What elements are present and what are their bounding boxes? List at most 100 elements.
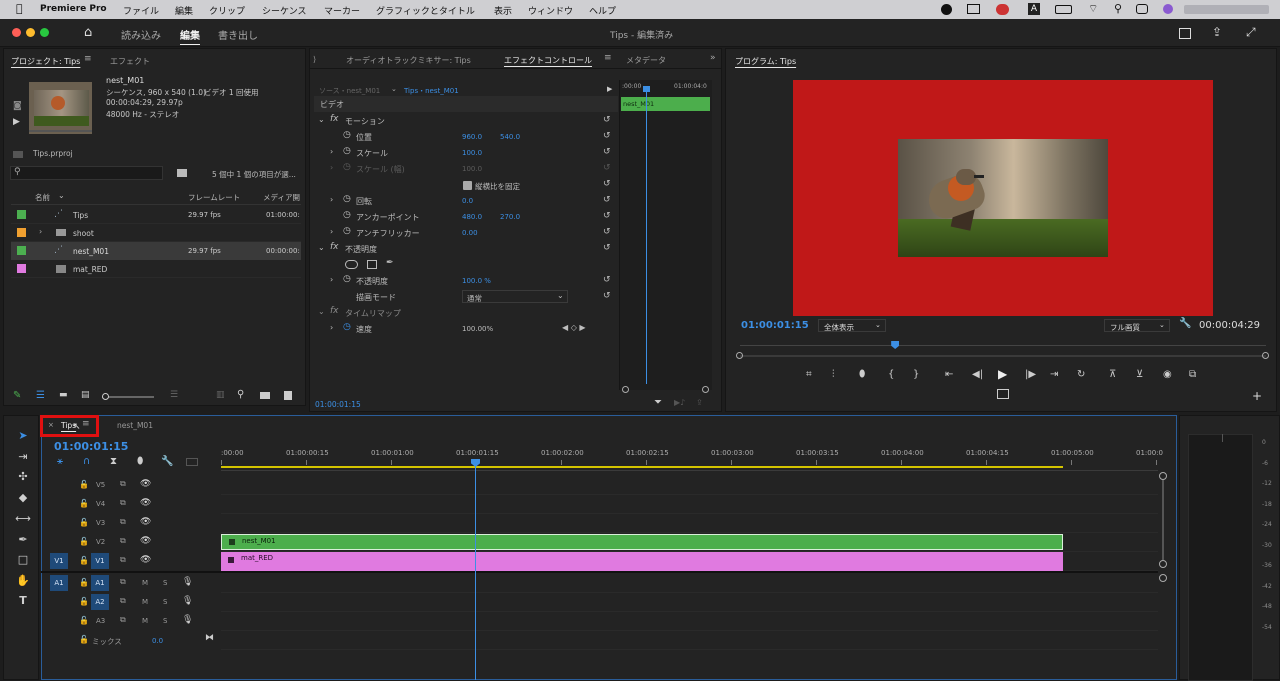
stopwatch-icon[interactable]: ◷ [343, 146, 351, 156]
lane-a1[interactable] [221, 574, 1158, 593]
minimize-window-icon[interactable] [26, 28, 35, 37]
sync-lock-icon[interactable]: ⧉ [120, 615, 126, 625]
sync-lock-icon[interactable]: ⧉ [120, 577, 126, 587]
collapse-chevron-icon[interactable]: ⌄ [318, 243, 325, 252]
step-back-icon[interactable]: ◀| [972, 369, 983, 380]
mark-in-icon[interactable]: { [888, 369, 894, 380]
new-bin-from-search-icon[interactable] [177, 169, 187, 177]
wrench-icon[interactable]: 🔧 [1179, 318, 1191, 329]
lock-icon[interactable]: 🔓 [79, 518, 89, 527]
multi-camera-icon[interactable] [997, 389, 1009, 399]
ellipse-mask-icon[interactable] [345, 260, 358, 269]
microphone-icon[interactable]: 🎙 [182, 596, 193, 606]
collapse-chevron-icon[interactable]: ⌄ [318, 307, 325, 316]
freeform-view-icon[interactable]: ▤ [81, 390, 90, 400]
label-color-swatch[interactable] [17, 228, 26, 237]
uniform-scale-checkbox[interactable] [463, 181, 472, 190]
lock-icon[interactable]: 🔓 [79, 635, 89, 644]
menu-marker[interactable]: マーカー [324, 4, 360, 17]
marker-icon[interactable]: ⬮ [859, 369, 865, 380]
lock-icon[interactable]: 🔓 [79, 480, 89, 489]
menu-view[interactable]: 表示 [494, 4, 512, 17]
filter-icon[interactable]: ⏷ [654, 397, 662, 408]
expand-chevron-icon[interactable]: › [330, 227, 333, 236]
button-editor-plus-icon[interactable]: + [1252, 389, 1262, 403]
mix-value[interactable]: 0.0 [152, 637, 163, 645]
ec-timecode[interactable]: 01:00:01:15 [315, 400, 361, 409]
microphone-icon[interactable]: 🎙 [182, 615, 193, 625]
siri-icon[interactable] [1163, 4, 1173, 14]
control-center-icon[interactable] [1136, 4, 1148, 14]
thumbnail-scrubber[interactable] [29, 130, 92, 132]
pen-tool-icon[interactable]: ✒ [15, 533, 31, 549]
track-target-a2[interactable]: A2 [91, 594, 109, 610]
source-patch-a1[interactable]: A1 [50, 575, 68, 591]
lock-icon[interactable]: 🔓 [79, 537, 89, 546]
mute-button[interactable]: M [142, 579, 148, 587]
more-panels-icon[interactable]: » [710, 53, 716, 63]
label-color-swatch[interactable] [17, 246, 26, 255]
go-to-out-icon[interactable]: ⇥ [1050, 369, 1058, 380]
panel-menu-icon[interactable]: ≡ [84, 54, 92, 64]
expand-chevron-icon[interactable]: › [330, 323, 333, 332]
lane-v5[interactable] [221, 476, 1158, 495]
play-audio-icon[interactable]: ▶♪ [674, 398, 685, 407]
play-thumbnail-icon[interactable]: ▶ [13, 117, 20, 127]
label-color-swatch[interactable] [17, 264, 26, 273]
reset-icon[interactable]: ↺ [603, 275, 611, 285]
project-item-shoot[interactable]: › shoot [11, 224, 301, 242]
zoom-handle-left[interactable] [736, 352, 743, 359]
panel-menu-icon[interactable]: ≡ [82, 419, 90, 429]
expand-chevron-icon[interactable]: › [330, 275, 333, 284]
quality-select[interactable]: フル画質 ⌄ [1104, 319, 1170, 332]
menu-window[interactable]: ウィンドウ [528, 4, 573, 17]
go-to-in-icon[interactable]: ⇤ [945, 369, 953, 380]
tab-export[interactable]: 書き出し [218, 27, 258, 42]
program-timecode[interactable]: 01:00:01:15 [741, 320, 809, 331]
record-status-icon[interactable] [941, 4, 952, 15]
tab-import[interactable]: 読み込み [121, 27, 161, 42]
solo-button[interactable]: S [163, 598, 167, 606]
battery-icon[interactable] [1055, 5, 1072, 14]
eye-icon[interactable]: 👁 [140, 536, 151, 546]
hand-tool-icon[interactable]: ✋ [15, 574, 31, 590]
project-item-tips[interactable]: ⋰ Tips 29.97 fps 01:00:00: [11, 206, 301, 224]
mini-clip[interactable]: nest_M01 [621, 97, 710, 111]
zoom-slider[interactable] [102, 393, 154, 400]
work-area-bar[interactable] [221, 466, 1063, 468]
lane-mix[interactable] [221, 631, 1158, 650]
lock-icon[interactable]: 🔓 [79, 616, 89, 625]
panel-scroll-left-icon[interactable]: ⟩ [313, 55, 316, 64]
mix-expand-icon[interactable]: ⧓ [205, 633, 214, 643]
nest-toggle-icon[interactable]: ⚹ [57, 456, 63, 467]
microphone-icon[interactable]: 🎙 [182, 577, 193, 587]
scale-value[interactable]: 100.0 [462, 149, 482, 157]
zoom-handle-left[interactable] [622, 386, 629, 393]
track-target-a1[interactable]: A1 [91, 575, 109, 591]
time-remap-row[interactable]: ⌄ fx タイムリマップ [314, 305, 618, 321]
slip-tool-icon[interactable]: ⟷ [15, 512, 31, 528]
reset-icon[interactable]: ↺ [603, 195, 611, 205]
toggle-timeline-view-icon[interactable]: ▶ [607, 85, 612, 93]
mark-in-out-icon[interactable]: ⫶ [832, 369, 835, 380]
lock-icon[interactable]: 🔓 [79, 556, 89, 565]
menu-sequence[interactable]: シーケンス [262, 4, 307, 17]
fx-icon[interactable]: fx [330, 114, 339, 124]
play-icon[interactable]: ▶ [998, 367, 1007, 381]
keyframe-nav-icon[interactable]: ◀ ◇ ▶ [562, 323, 586, 332]
ripple-edit-tool-icon[interactable]: ✣ [15, 470, 31, 486]
collapse-chevron-icon[interactable]: ⌄ [318, 115, 325, 124]
position-y-value[interactable]: 540.0 [500, 133, 520, 141]
expand-chevron-icon[interactable]: › [330, 195, 333, 204]
lift-icon[interactable]: ⊼ [1109, 369, 1116, 380]
program-time-ruler[interactable] [740, 339, 1266, 346]
timeline-vertical-scroll[interactable] [1159, 472, 1167, 680]
sync-lock-icon[interactable]: ⧉ [120, 498, 126, 508]
stopwatch-icon[interactable]: ◷ [343, 194, 351, 204]
creative-cloud-icon[interactable] [996, 4, 1009, 15]
reset-icon[interactable]: ↺ [603, 115, 611, 125]
razor-tool-icon[interactable]: ◆ [15, 491, 31, 507]
project-search-input[interactable]: ⚲ [10, 166, 163, 180]
column-media[interactable]: メディア開 [263, 192, 300, 203]
mute-button[interactable]: M [142, 617, 148, 625]
